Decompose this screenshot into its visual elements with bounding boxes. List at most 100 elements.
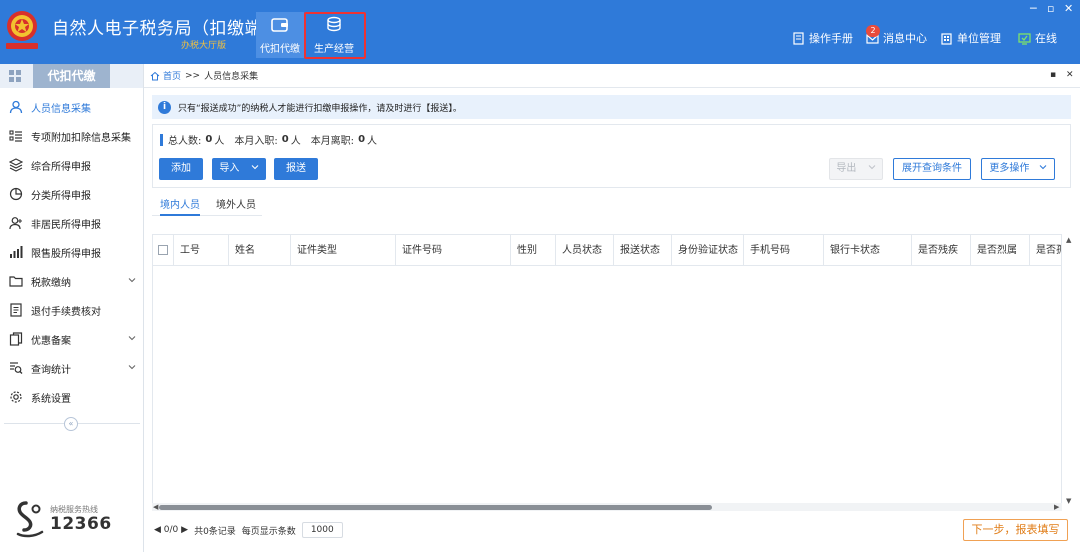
personnel-table: 工号 姓名 证件类型 证件号码 性别 人员状态 报送状态 身份验证状态 手机号码… xyxy=(152,234,1062,510)
page-nav[interactable]: ◀ 0/0 ▶ xyxy=(154,525,188,535)
scroll-up-arrow[interactable]: ▲ xyxy=(1066,236,1071,244)
column-header[interactable]: 是否孤老 xyxy=(1030,235,1061,266)
joined-label: 本月入职: xyxy=(234,136,278,147)
maximize-button[interactable]: ▫ xyxy=(1047,2,1054,15)
sidebar-item-label: 非居民所得申报 xyxy=(31,219,101,231)
sidebar-item-nonresident-income[interactable]: 非居民所得申报 xyxy=(0,209,144,237)
unit-management-link[interactable]: 单位管理 xyxy=(940,30,1001,46)
expand-query-button[interactable]: 展开查询条件 xyxy=(893,158,971,180)
page-size-input[interactable]: 1000 xyxy=(301,522,343,538)
copy-icon xyxy=(9,332,23,346)
sidebar-item-label: 优惠备案 xyxy=(31,335,71,347)
pie-icon xyxy=(9,187,23,201)
building-icon xyxy=(941,32,952,45)
column-header[interactable]: 身份验证状态 xyxy=(672,235,744,266)
person-type-tabs: 境内人员 境外人员 xyxy=(152,196,1071,216)
layers-icon xyxy=(9,158,23,172)
tab-overseas-personnel[interactable]: 境外人员 xyxy=(216,196,256,216)
scroll-left-arrow[interactable]: ◀ xyxy=(153,503,158,511)
sidebar-item-query-stats[interactable]: 查询统计 xyxy=(0,354,144,382)
scroll-right-arrow[interactable]: ▶ xyxy=(1054,503,1059,511)
pagination: ◀ 0/0 ▶ 共0条记录 每页显示条数 1000 xyxy=(154,522,343,538)
message-count-badge: 2 xyxy=(866,25,880,37)
more-actions-label: 更多操作 xyxy=(989,163,1030,174)
scrollbar-thumb[interactable] xyxy=(159,505,712,510)
grid-icon[interactable] xyxy=(8,69,22,83)
sidebar-item-comprehensive-income[interactable]: 综合所得申报 xyxy=(0,151,144,179)
person-icon xyxy=(9,100,23,114)
unit-label: 人 xyxy=(290,136,301,147)
info-icon: i xyxy=(158,100,171,114)
sidebar-item-label: 退付手续费核对 xyxy=(31,306,101,318)
folder-icon xyxy=(9,276,23,287)
add-button[interactable]: 添加 xyxy=(159,158,203,180)
submit-button[interactable]: 报送 xyxy=(274,158,318,180)
manual-link[interactable]: 操作手册 xyxy=(792,30,853,46)
app-subtitle: 办税大厅版 xyxy=(181,41,227,51)
sidebar-item-preferential-filing[interactable]: 优惠备案 xyxy=(0,325,144,353)
breadcrumb-home-label: 首页 xyxy=(163,72,182,82)
tab-domestic-personnel[interactable]: 境内人员 xyxy=(160,196,200,216)
column-header[interactable]: 证件类型 xyxy=(291,235,396,266)
column-header[interactable]: 是否残疾 xyxy=(912,235,971,266)
sidebar-item-special-deduction[interactable]: 专项附加扣除信息采集 xyxy=(0,122,144,150)
sidebar-item-label: 人员信息采集 xyxy=(31,103,91,115)
select-all-checkbox[interactable] xyxy=(158,245,168,255)
tab-withholding-label: 代扣代缴 xyxy=(260,44,300,55)
next-step-button[interactable]: 下一步，报表填写 xyxy=(963,519,1068,541)
notice-text: 只有“报送成功”的纳税人才能进行扣缴申报操作，请及时进行【报送】。 xyxy=(178,103,462,114)
sidebar-collapse-button[interactable]: « xyxy=(64,417,78,431)
column-header[interactable]: 报送状态 xyxy=(614,235,672,266)
left-label: 本月离职: xyxy=(310,136,355,147)
search-list-icon xyxy=(10,362,23,374)
horizontal-scrollbar[interactable]: ◀ ▶ xyxy=(152,503,1062,511)
export-button[interactable]: 导出 xyxy=(829,158,883,180)
sidebar-item-classified-income[interactable]: 分类所得申报 xyxy=(0,180,144,208)
column-header[interactable]: 银行卡状态 xyxy=(824,235,912,266)
doc-icon xyxy=(10,303,22,317)
minimize-button[interactable]: ─ xyxy=(1030,2,1037,15)
sidebar-item-label: 查询统计 xyxy=(31,364,71,376)
online-label: 在线 xyxy=(1035,32,1057,45)
column-header[interactable]: 手机号码 xyxy=(744,235,824,266)
sidebar-item-label: 分类所得申报 xyxy=(31,190,91,202)
breadcrumb-separator: >> xyxy=(185,70,201,81)
scroll-down-arrow[interactable]: ▼ xyxy=(1066,497,1071,505)
sidebar-section-title[interactable]: 代扣代缴 xyxy=(33,64,110,88)
column-header[interactable]: 证件号码 xyxy=(396,235,511,266)
tab-withholding[interactable]: 代扣代缴 xyxy=(256,12,304,58)
total-count: 0 xyxy=(205,134,213,145)
chevron-down-icon xyxy=(128,336,136,341)
sidebar-item-personnel-info[interactable]: 人员信息采集 xyxy=(0,93,144,121)
column-header[interactable]: 是否烈属 xyxy=(971,235,1030,266)
messages-label: 消息中心 xyxy=(883,32,927,45)
sidebar-item-tax-payment[interactable]: 税款缴纳 xyxy=(0,267,144,295)
import-button[interactable]: 导入 xyxy=(212,158,266,180)
column-header[interactable]: 工号 xyxy=(174,235,229,266)
table-header: 工号 姓名 证件类型 证件号码 性别 人员状态 报送状态 身份验证状态 手机号码… xyxy=(153,235,1061,266)
column-header[interactable]: 性别 xyxy=(511,235,556,266)
import-label: 导入 xyxy=(219,163,240,174)
sidebar-item-restricted-stock[interactable]: 限售股所得申报 xyxy=(0,238,144,266)
total-label: 总人数: xyxy=(168,136,202,147)
close-window-button[interactable]: ✕ xyxy=(1064,2,1073,15)
sidebar-header: 代扣代缴 xyxy=(0,64,143,88)
column-header[interactable]: 姓名 xyxy=(229,235,291,266)
manual-label: 操作手册 xyxy=(809,32,853,45)
online-status[interactable]: 在线 xyxy=(1018,30,1057,46)
sidebar-item-system-settings[interactable]: 系统设置 xyxy=(0,383,144,411)
more-actions-button[interactable]: 更多操作 xyxy=(981,158,1055,180)
restore-panel-button[interactable]: ▪ xyxy=(1050,70,1056,80)
sidebar-item-fee-refund-check[interactable]: 退付手续费核对 xyxy=(0,296,144,324)
breadcrumb-home[interactable]: 首页 xyxy=(150,69,181,82)
wallet-icon xyxy=(271,18,288,32)
unit-label: 人 xyxy=(214,136,225,147)
home-icon xyxy=(150,71,160,80)
column-header[interactable]: 人员状态 xyxy=(556,235,614,266)
export-label: 导出 xyxy=(836,163,857,174)
hotline-number: 12366 xyxy=(50,514,112,534)
page-size-label: 每页显示条数 xyxy=(241,526,296,537)
close-panel-button[interactable]: ✕ xyxy=(1066,70,1074,80)
list-icon xyxy=(9,130,22,142)
chevron-down-icon xyxy=(868,165,875,170)
